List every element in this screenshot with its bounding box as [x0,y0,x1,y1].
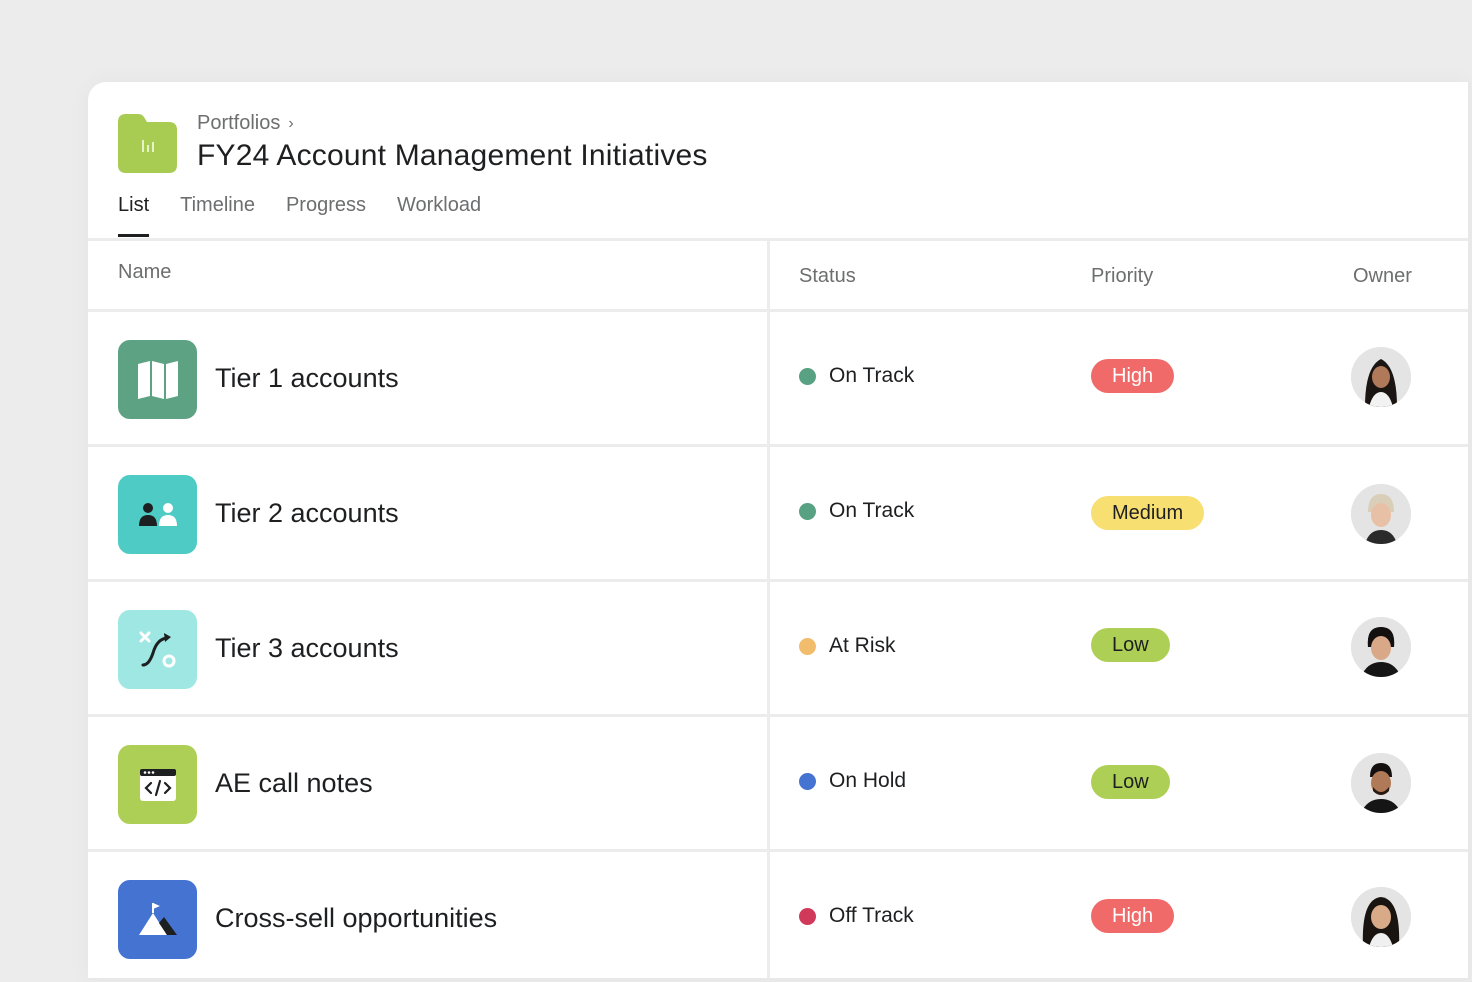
project-name[interactable]: Tier 3 accounts [215,633,399,664]
owner-avatar[interactable] [1351,753,1411,813]
status-label: On Hold [829,769,907,792]
owner-avatar[interactable] [1351,484,1411,544]
view-tabs: List Timeline Progress Workload [118,192,512,239]
owner-avatar[interactable] [1351,347,1411,407]
column-header-owner[interactable]: Owner [1353,265,1412,288]
map-icon [118,340,197,419]
table-header-row: Name Status Priority Owner [88,238,1468,309]
table-row[interactable]: Tier 1 accounts On Track High [88,309,1468,444]
priority-badge[interactable]: High [1091,359,1175,393]
chevron-right-icon: › [288,114,294,132]
mountain-flag-icon [118,880,197,959]
project-name[interactable]: Tier 2 accounts [215,498,399,529]
column-header-priority[interactable]: Priority [1091,265,1153,288]
status-label: On Track [829,499,915,522]
tab-timeline[interactable]: Timeline [180,192,255,239]
project-table: Name Status Priority Owner Tier 1 accoun… [88,238,1468,978]
people-icon [118,475,197,554]
status-dot-icon [799,772,816,790]
status-field[interactable]: On Track [799,499,914,523]
column-header-name[interactable]: Name [118,261,171,284]
owner-avatar[interactable] [1351,887,1411,947]
status-dot-icon [799,637,816,655]
tab-progress[interactable]: Progress [286,192,366,239]
status-field[interactable]: On Hold [799,769,906,793]
breadcrumb-portfolios[interactable]: Portfolios [197,112,280,135]
status-field[interactable]: At Risk [799,634,896,658]
project-name[interactable]: Cross-sell opportunities [215,903,497,934]
priority-badge[interactable]: Low [1091,765,1170,799]
priority-badge[interactable]: High [1091,899,1175,933]
strategy-icon [118,610,197,689]
status-dot-icon [799,502,816,520]
status-label: At Risk [829,634,896,657]
table-row[interactable]: Tier 2 accounts On Track Medium [88,444,1468,579]
owner-avatar[interactable] [1351,617,1411,677]
status-dot-icon [799,907,816,925]
status-label: Off Track [829,904,914,927]
status-dot-icon [799,367,816,385]
portfolio-header: Portfolios › FY24 Account Management Ini… [88,82,1468,239]
code-window-icon [118,745,197,824]
priority-badge[interactable]: Medium [1091,496,1205,530]
page-title: FY24 Account Management Initiatives [197,139,708,172]
tab-workload[interactable]: Workload [397,192,481,239]
breadcrumb[interactable]: Portfolios › [197,112,294,135]
portfolio-folder-icon [118,114,177,173]
status-label: On Track [829,364,915,387]
project-name[interactable]: Tier 1 accounts [215,363,399,394]
priority-badge[interactable]: Low [1091,628,1170,662]
table-row[interactable]: Tier 3 accounts At Risk Low [88,579,1468,714]
project-name[interactable]: AE call notes [215,768,373,799]
status-field[interactable]: On Track [799,364,914,388]
tab-list[interactable]: List [118,192,150,239]
column-header-status[interactable]: Status [799,265,856,288]
table-row[interactable]: AE call notes On Hold Low [88,714,1468,849]
status-field[interactable]: Off Track [799,904,914,928]
portfolio-card: Portfolios › FY24 Account Management Ini… [88,82,1470,980]
table-row[interactable]: Cross-sell opportunities Off Track High [88,849,1468,978]
